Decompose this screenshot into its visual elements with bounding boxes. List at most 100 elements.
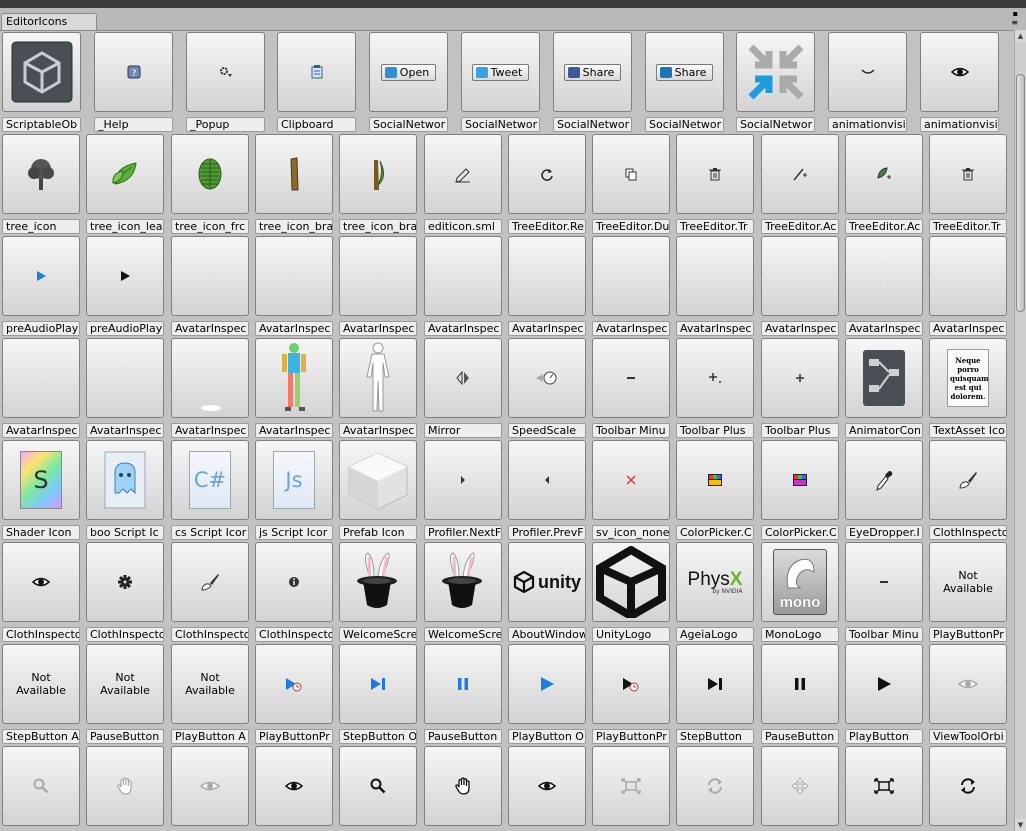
icon-preview-button[interactable] [339,746,417,826]
icon-preview-button[interactable] [761,236,839,316]
icon-preview-button[interactable] [424,440,502,520]
icon-preview-button[interactable] [676,134,754,214]
icon-preview-button[interactable]: Open [369,32,448,112]
icon-preview-button[interactable] [761,134,839,214]
icon-preview-button[interactable] [508,440,586,520]
icon-preview-button[interactable] [508,644,586,724]
icon-preview-button[interactable] [255,338,333,418]
icon-preview-button[interactable] [676,746,754,826]
icon-preview-button[interactable] [761,338,839,418]
icon-preview-button[interactable] [186,32,265,112]
icon-preview-button[interactable] [761,746,839,826]
icon-preview-button[interactable] [2,32,81,112]
icon-preview-button[interactable] [255,134,333,214]
icon-preview-button[interactable] [736,32,815,112]
icon-preview-button[interactable] [424,236,502,316]
icon-preview-button[interactable] [86,746,164,826]
icon-preview-button[interactable] [424,746,502,826]
icon-preview-button[interactable]: Not Available [2,644,80,724]
icon-preview-button[interactable] [339,338,417,418]
icon-preview-button[interactable] [171,236,249,316]
icon-preview-button[interactable] [424,644,502,724]
icon-preview-button[interactable]: unity [508,542,586,622]
icon-preview-button[interactable] [2,236,80,316]
icon-preview-button[interactable] [929,440,1007,520]
icon-preview-button[interactable] [929,134,1007,214]
icon-preview-button[interactable] [86,134,164,214]
icon-preview-button[interactable]: C# [171,440,249,520]
icon-preview-button[interactable] [255,746,333,826]
icon-preview-button[interactable]: S [2,440,80,520]
icon-preview-button[interactable] [277,32,356,112]
icon-preview-button[interactable] [676,644,754,724]
tab-editoricons[interactable]: EditorIcons [1,13,97,30]
icon-preview-button[interactable] [761,644,839,724]
icon-preview-button[interactable] [255,542,333,622]
icon-preview-button[interactable] [424,542,502,622]
icon-preview-button[interactable] [592,746,670,826]
icon-preview-button[interactable] [845,542,923,622]
icon-preview-button[interactable] [424,338,502,418]
icon-preview-button[interactable]: Js [255,440,333,520]
icon-preview-button[interactable]: Neque porro quisquam est qui dolorem. [929,338,1007,418]
icon-preview-button[interactable] [592,338,670,418]
icon-preview-button[interactable] [339,542,417,622]
icon-preview-button[interactable] [676,440,754,520]
icon-preview-button[interactable] [676,236,754,316]
icon-preview-button[interactable]: PhysX by NVIDIA [676,542,754,622]
icon-preview-button[interactable] [929,644,1007,724]
icon-preview-button[interactable] [920,32,999,112]
icon-preview-button[interactable] [828,32,907,112]
icon-preview-button[interactable] [508,134,586,214]
vertical-scrollbar[interactable]: ▲ ▼ [1014,30,1026,831]
icon-preview-button[interactable] [845,338,923,418]
icon-preview-button[interactable] [339,440,417,520]
icon-preview-button[interactable] [845,644,923,724]
window-controls[interactable]: ▪ ≡ [1011,9,1018,27]
icon-preview-button[interactable] [676,338,754,418]
scrollbar-thumb[interactable] [1016,74,1025,312]
icon-preview-button[interactable] [2,134,80,214]
icon-preview-button[interactable]: Share [553,32,632,112]
icon-preview-button[interactable] [592,644,670,724]
icon-preview-button[interactable] [255,644,333,724]
icon-preview-button[interactable] [339,236,417,316]
icon-preview-button[interactable] [86,542,164,622]
icon-preview-button[interactable] [592,542,670,622]
icon-preview-button[interactable] [929,236,1007,316]
icon-preview-button[interactable] [339,644,417,724]
icon-preview-button[interactable] [845,440,923,520]
icon-preview-button[interactable] [86,236,164,316]
icon-preview-button[interactable] [2,542,80,622]
icon-preview-button[interactable] [86,338,164,418]
icon-preview-button[interactable]: mono [761,542,839,622]
icon-preview-button[interactable] [171,338,249,418]
menu-icon[interactable]: ≡ [1011,18,1018,27]
icon-preview-button[interactable] [171,746,249,826]
scroll-up-icon[interactable]: ▲ [1015,30,1026,42]
icon-preview-button[interactable] [508,746,586,826]
icon-preview-button[interactable] [339,134,417,214]
maximize-icon[interactable]: ▪ [1011,9,1018,18]
icon-preview-button[interactable] [761,440,839,520]
icon-preview-button[interactable] [2,746,80,826]
icon-preview-button[interactable]: Not Available [171,644,249,724]
icon-preview-button[interactable] [592,134,670,214]
icon-preview-button[interactable] [255,236,333,316]
icon-preview-button[interactable] [592,236,670,316]
icon-preview-button[interactable] [592,440,670,520]
icon-preview-button[interactable] [86,440,164,520]
icon-preview-button[interactable] [2,338,80,418]
icon-preview-button[interactable] [845,134,923,214]
icon-preview-button[interactable] [171,542,249,622]
icon-preview-button[interactable] [424,134,502,214]
icon-preview-button[interactable]: Tweet [461,32,540,112]
icon-preview-button[interactable] [845,236,923,316]
icon-preview-button[interactable] [508,338,586,418]
icon-preview-button[interactable] [845,746,923,826]
scroll-down-icon[interactable]: ▼ [1015,819,1026,831]
icon-preview-button[interactable]: ? [94,32,173,112]
icon-preview-button[interactable]: Share [645,32,724,112]
icon-preview-button[interactable] [929,746,1007,826]
icon-preview-button[interactable] [171,134,249,214]
